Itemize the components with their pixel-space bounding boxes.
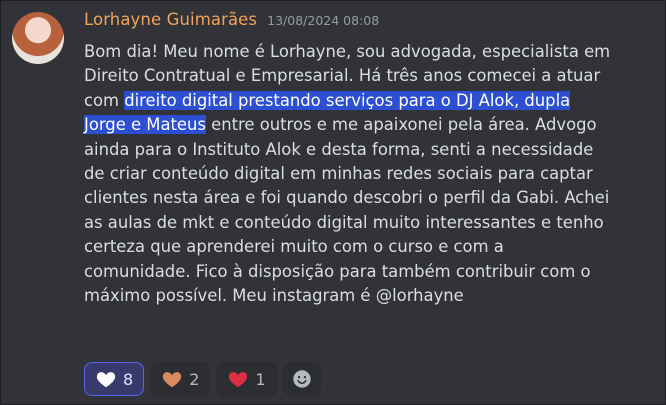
selected-text: direito digital prestando serviços para …: [124, 90, 571, 110]
smiley-add-icon: [292, 370, 311, 388]
line-text: entre outros e me apaixonei pela área. A…: [205, 115, 597, 135]
message-line: de criar conteúdo digital em minhas rede…: [84, 164, 593, 184]
reaction-orange-heart[interactable]: 2: [150, 362, 211, 396]
message-line: ainda para o Instituto Alok e desta form…: [84, 139, 594, 159]
message-line: as aulas de mkt e conteúdo digital muito…: [84, 212, 604, 232]
reaction-count: 2: [189, 369, 200, 389]
user-avatar[interactable]: [12, 12, 64, 64]
message-line: máximo possível. Meu instagram é @lorhay…: [84, 286, 464, 306]
add-reaction-button[interactable]: [282, 362, 321, 396]
line-text: com: [84, 90, 125, 110]
message-line: Direito Contratual e Empresarial. Há trê…: [84, 66, 601, 86]
selected-text: Jorge e Mateus: [84, 115, 206, 135]
message-header: Lorhayne Guimarães 13/08/2024 08:08: [84, 10, 654, 38]
message-text: Bom dia! Meu nome é Lorhayne, sou advoga…: [84, 40, 654, 308]
reaction-red-heart[interactable]: 1: [216, 362, 277, 396]
reaction-white-heart[interactable]: 8: [84, 362, 145, 396]
message-line: comunidade. Fico à disposição para també…: [84, 261, 591, 281]
reactions-bar: 8 2 1: [84, 362, 321, 396]
message-line: Bom dia! Meu nome é Lorhayne, sou advoga…: [84, 42, 611, 61]
message-line: com direito digital prestando serviços p…: [84, 89, 654, 113]
orange-heart-icon: [163, 372, 182, 388]
white-heart-icon: [96, 372, 116, 388]
message-timestamp: 13/08/2024 08:08: [267, 13, 380, 28]
message-line: clientes nesta área e foi quando descobr…: [84, 188, 610, 208]
reaction-count: 1: [255, 369, 266, 389]
reaction-count: 8: [123, 369, 134, 389]
author-name[interactable]: Lorhayne Guimarães: [84, 10, 257, 29]
message-content: Lorhayne Guimarães 13/08/2024 08:08 Bom …: [84, 10, 654, 308]
message-line: certeza que aprenderei muito com o curso…: [84, 237, 504, 257]
red-heart-icon: [229, 372, 248, 388]
message-line: Jorge e Mateus entre outros e me apaixon…: [84, 113, 654, 137]
